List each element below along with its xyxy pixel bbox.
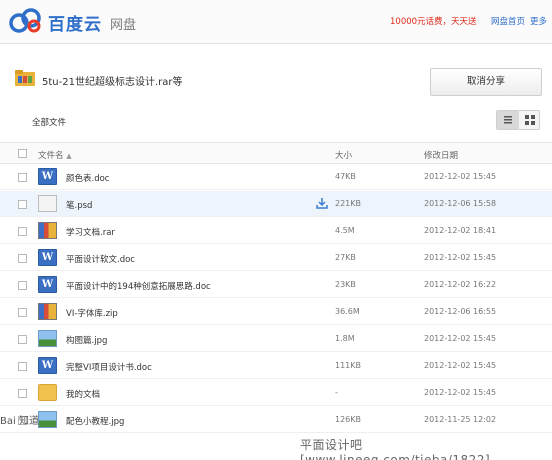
- watermark-left: Bai 知道: [0, 416, 39, 427]
- word-icon: W: [38, 357, 57, 374]
- file-modified-date: 2012-12-02 18:41: [424, 226, 497, 235]
- file-size: 47KB: [335, 172, 356, 181]
- grid-view-icon: [525, 115, 535, 125]
- row-checkbox[interactable]: [18, 281, 27, 290]
- table-row[interactable]: VI-字体库.zip 36.6M 2012-12-06 16:55: [0, 299, 552, 325]
- row-checkbox[interactable]: [18, 308, 27, 317]
- file-table-header: 文件名 ▲ 大小 修改日期: [0, 142, 552, 164]
- table-row[interactable]: 构图篇.jpg 1.8M 2012-12-02 15:45: [0, 326, 552, 352]
- nav-more-link[interactable]: 更多: [530, 15, 547, 27]
- download-icon[interactable]: [315, 197, 329, 210]
- word-icon: W: [38, 249, 57, 266]
- word-icon: W: [38, 168, 57, 185]
- file-size: 27KB: [335, 253, 356, 262]
- file-size: 36.6M: [335, 307, 360, 316]
- column-size-header[interactable]: 大小: [335, 149, 352, 161]
- table-row[interactable]: W 完整VI项目设计书.doc 111KB 2012-12-02 15:45: [0, 353, 552, 379]
- share-title: 5tu-21世纪超级标志设计.rar等: [42, 77, 183, 88]
- share-folder-icon: [15, 70, 35, 86]
- file-modified-date: 2012-12-02 16:22: [424, 280, 497, 289]
- list-view-icon: [504, 116, 512, 124]
- grid-view-button[interactable]: [519, 111, 541, 129]
- file-size: 4.5M: [335, 226, 355, 235]
- promo-link[interactable]: 10000元话费，天天送: [390, 15, 477, 27]
- table-row[interactable]: W 平面设计软文.doc 27KB 2012-12-02 15:45: [0, 245, 552, 271]
- sort-asc-icon: ▲: [66, 152, 72, 160]
- file-modified-date: 2012-11-25 12:02: [424, 415, 497, 424]
- table-row[interactable]: 配色小教程.jpg 126KB 2012-11-25 12:02: [0, 407, 552, 433]
- row-checkbox[interactable]: [18, 200, 27, 209]
- table-row[interactable]: 我的文档 - 2012-12-02 15:45: [0, 380, 552, 406]
- file-name[interactable]: 学习文档.rar: [66, 226, 115, 238]
- row-checkbox[interactable]: [18, 227, 27, 236]
- brand-name[interactable]: 百度云: [48, 10, 102, 35]
- baidu-cloud-logo-icon[interactable]: [6, 6, 46, 36]
- table-row[interactable]: W 平面设计中的194种创意拓展思路.doc 23KB 2012-12-02 16:2…: [0, 272, 552, 298]
- image-icon: [38, 411, 57, 428]
- file-size: 23KB: [335, 280, 356, 289]
- brand-subtitle: 网盘: [110, 18, 137, 33]
- file-size: 1.8M: [335, 334, 355, 343]
- column-date-header[interactable]: 修改日期: [424, 149, 458, 161]
- row-checkbox[interactable]: [18, 254, 27, 263]
- psd-icon: [38, 195, 57, 212]
- file-size: 126KB: [335, 415, 362, 424]
- view-toggle: [496, 110, 540, 130]
- file-modified-date: 2012-12-06 15:58: [424, 199, 497, 208]
- share-info-bar: 5tu-21世纪超级标志设计.rar等 取消分享: [0, 58, 552, 104]
- watermark-right: 平面设计吧 [www.lineeg.com/tieba/1822]: [300, 438, 491, 460]
- file-modified-date: 2012-12-02 15:45: [424, 172, 497, 181]
- nav-home-link[interactable]: 网盘首页: [491, 15, 525, 27]
- rar-icon: [38, 303, 57, 320]
- file-name[interactable]: 完整VI项目设计书.doc: [66, 361, 152, 373]
- select-all-checkbox[interactable]: [18, 149, 27, 158]
- rar-icon: [38, 222, 57, 239]
- table-row[interactable]: 笔.psd 221KB 2012-12-06 15:58: [0, 191, 552, 217]
- file-size: 111KB: [335, 361, 362, 370]
- file-size: -: [335, 388, 338, 397]
- file-size: 221KB: [335, 199, 362, 208]
- file-name[interactable]: VI-字体库.zip: [66, 307, 118, 319]
- table-row[interactable]: 学习文档.rar 4.5M 2012-12-02 18:41: [0, 218, 552, 244]
- file-modified-date: 2012-12-06 16:55: [424, 307, 497, 316]
- file-name[interactable]: 颜色表.doc: [66, 172, 109, 184]
- file-modified-date: 2012-12-02 15:45: [424, 253, 497, 262]
- image-icon: [38, 330, 57, 347]
- file-name[interactable]: 平面设计中的194种创意拓展思路.doc: [66, 280, 211, 292]
- list-view-button[interactable]: [497, 111, 519, 129]
- file-modified-date: 2012-12-02 15:45: [424, 388, 497, 397]
- column-name-header[interactable]: 文件名 ▲: [38, 149, 72, 161]
- breadcrumb-all-files[interactable]: 全部文件: [32, 116, 66, 128]
- row-checkbox[interactable]: [18, 362, 27, 371]
- file-modified-date: 2012-12-02 15:45: [424, 334, 497, 343]
- file-name[interactable]: 笔.psd: [66, 199, 92, 211]
- file-modified-date: 2012-12-02 15:45: [424, 361, 497, 370]
- file-name[interactable]: 构图篇.jpg: [66, 334, 107, 346]
- file-name[interactable]: 平面设计软文.doc: [66, 253, 135, 265]
- cancel-share-button[interactable]: 取消分享: [430, 68, 542, 96]
- file-name[interactable]: 配色小教程.jpg: [66, 415, 124, 427]
- folder-icon: [38, 384, 57, 401]
- top-header: 百度云 网盘 10000元话费，天天送 网盘首页 更多: [0, 0, 552, 44]
- row-checkbox[interactable]: [18, 173, 27, 182]
- table-row[interactable]: W 颜色表.doc 47KB 2012-12-02 15:45: [0, 164, 552, 190]
- row-checkbox[interactable]: [18, 389, 27, 398]
- file-name[interactable]: 我的文档: [66, 388, 100, 400]
- row-checkbox[interactable]: [18, 335, 27, 344]
- word-icon: W: [38, 276, 57, 293]
